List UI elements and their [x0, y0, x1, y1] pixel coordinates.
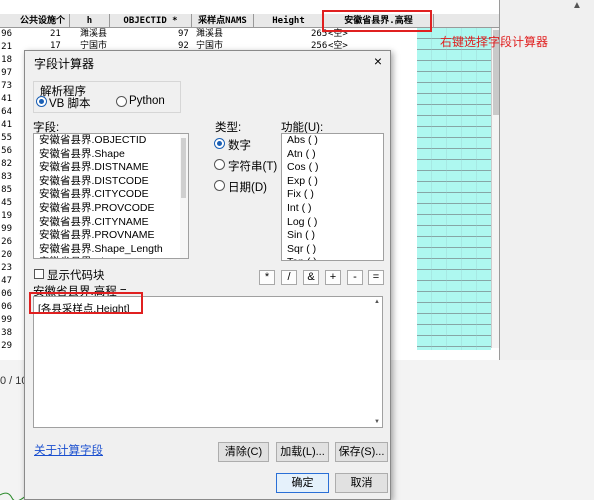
field-item[interactable]: 安徽省县界.Shape_Length	[34, 243, 188, 257]
function-item[interactable]: Abs ( )	[282, 134, 383, 148]
row-number[interactable]: 56	[0, 146, 12, 157]
function-item[interactable]: Cos ( )	[282, 161, 383, 175]
scroll-up-arrow-icon[interactable]: ▲	[572, 0, 582, 11]
row-number[interactable]: 38	[0, 328, 12, 339]
function-item[interactable]: Log ( )	[282, 216, 383, 230]
row-number[interactable]: 26	[0, 237, 12, 248]
row-number[interactable]: 20	[0, 250, 12, 261]
expression-editor[interactable]: [各县采样点.Height] ▲ ▼	[33, 296, 383, 428]
show-codeblock-checkbox[interactable]	[34, 269, 44, 279]
field-item[interactable]: 安徽省县界.DISTNAME	[34, 161, 188, 175]
function-item[interactable]: Sqr ( )	[282, 243, 383, 257]
function-item[interactable]: Int ( )	[282, 202, 383, 216]
table-cell[interactable]: 97	[178, 29, 189, 40]
column-header[interactable]: h	[70, 14, 110, 28]
row-number[interactable]: 29	[0, 341, 12, 352]
row-number[interactable]: 06	[0, 302, 12, 313]
row-number[interactable]: 99	[0, 224, 12, 235]
field-item[interactable]: 安徽省县界.DISTCODE	[34, 175, 188, 189]
field-item[interactable]: 安徽省县界.CITYNAME	[34, 216, 188, 230]
type-string-radio[interactable]	[214, 159, 225, 170]
row-number[interactable]: 55	[0, 133, 12, 144]
operator-button[interactable]: +	[325, 270, 341, 285]
type-string-label[interactable]: 字符串(T)	[228, 158, 277, 174]
python-label[interactable]: Python	[129, 95, 165, 107]
row-number[interactable]: 73	[0, 81, 12, 92]
ok-button[interactable]: 确定	[276, 473, 329, 493]
operator-button[interactable]: -	[347, 270, 363, 285]
scroll-thumb[interactable]	[181, 138, 186, 198]
row-number[interactable]: 18	[0, 55, 12, 66]
field-item[interactable]: 安徽省县界.Shape	[34, 148, 188, 162]
row-number[interactable]: 41	[0, 120, 12, 131]
save-button[interactable]: 保存(S)...	[335, 442, 388, 462]
row-number[interactable]: 83	[0, 172, 12, 183]
row-number[interactable]: 45	[0, 198, 12, 209]
row-number[interactable]: 99	[0, 315, 12, 326]
field-item[interactable]: 安徽省县界.CITYCODE	[34, 188, 188, 202]
table-cell[interactable]: 濉溪县	[196, 29, 223, 40]
operator-button[interactable]: &	[303, 270, 319, 285]
type-number-label[interactable]: 数字	[228, 137, 251, 153]
fields-list[interactable]: 安徽省县界.OBJECTID 安徽省县界.Shape 安徽省县界.DISTNAME 安…	[33, 133, 189, 259]
operator-button[interactable]: =	[368, 270, 384, 285]
function-item[interactable]: Atn ( )	[282, 148, 383, 162]
table-scrollbar[interactable]	[491, 28, 499, 348]
vb-label[interactable]: VB 脚本	[49, 95, 91, 111]
function-item[interactable]: Tan ( )	[282, 256, 383, 260]
function-item[interactable]: Fix ( )	[282, 188, 383, 202]
operator-button[interactable]: /	[281, 270, 297, 285]
table-cell[interactable]: 21	[50, 29, 61, 40]
row-number[interactable]: 97	[0, 68, 12, 79]
field-calculator-dialog: 字段计算器 × 解析程序 VB 脚本 Python 字段: 安徽省县界.OBJE…	[24, 50, 391, 500]
type-number-radio[interactable]	[214, 138, 225, 149]
row-number[interactable]: 23	[0, 263, 12, 274]
fields-scrollbar[interactable]	[180, 134, 188, 258]
row-number[interactable]: 21	[0, 42, 12, 53]
function-item[interactable]: Sin ( )	[282, 229, 383, 243]
operator-button[interactable]: *	[259, 270, 275, 285]
field-item[interactable]: 安徽省县界.Shape_Area	[34, 256, 188, 258]
expression-highlight-box	[29, 292, 143, 314]
field-item[interactable]: 安徽省县界.PROVCODE	[34, 202, 188, 216]
row-number[interactable]: 96	[0, 29, 12, 40]
cancel-button[interactable]: 取消	[335, 473, 388, 493]
python-radio[interactable]	[116, 96, 127, 107]
about-calculate-link[interactable]: 关于计算字段	[34, 442, 103, 458]
row-number[interactable]: 85	[0, 185, 12, 196]
column-header[interactable]: Height	[254, 14, 324, 28]
type-date-radio[interactable]	[214, 180, 225, 191]
dialog-title: 字段计算器	[34, 57, 95, 71]
field-item[interactable]: 安徽省县界.OBJECTID	[34, 134, 188, 148]
function-item[interactable]: Exp ( )	[282, 175, 383, 189]
clear-button[interactable]: 清除(C)	[218, 442, 269, 462]
row-number[interactable]: 64	[0, 107, 12, 118]
highlighted-column	[417, 28, 491, 350]
column-header[interactable]: OBJECTID *	[110, 14, 192, 28]
type-label: 类型:	[215, 122, 242, 134]
row-number[interactable]: 19	[0, 211, 12, 222]
vb-radio[interactable]	[36, 96, 47, 107]
scroll-up-icon[interactable]: ▲	[374, 299, 380, 305]
row-number[interactable]: 47	[0, 276, 12, 287]
show-codeblock-label[interactable]: 显示代码块	[47, 267, 105, 283]
row-number[interactable]: 82	[0, 159, 12, 170]
highlight-box	[322, 10, 432, 32]
scroll-down-icon[interactable]: ▼	[374, 419, 380, 425]
functions-list[interactable]: Abs ( ) Atn ( ) Cos ( ) Exp ( ) Fix ( ) Int (…	[281, 133, 384, 261]
close-icon[interactable]: ×	[374, 53, 382, 69]
row-number[interactable]: 06	[0, 289, 12, 300]
load-button[interactable]: 加载(L)...	[276, 442, 329, 462]
column-header[interactable]: 采样点NAMS	[192, 14, 254, 28]
type-date-label[interactable]: 日期(D)	[228, 179, 267, 195]
table-cell[interactable]: 濉溪县	[80, 29, 107, 40]
annotation-text: 右键选择字段计算器	[440, 35, 549, 49]
column-header[interactable]: 公共设施个	[16, 14, 70, 28]
row-number[interactable]: 41	[0, 94, 12, 105]
field-item[interactable]: 安徽省县界.PROVNAME	[34, 229, 188, 243]
